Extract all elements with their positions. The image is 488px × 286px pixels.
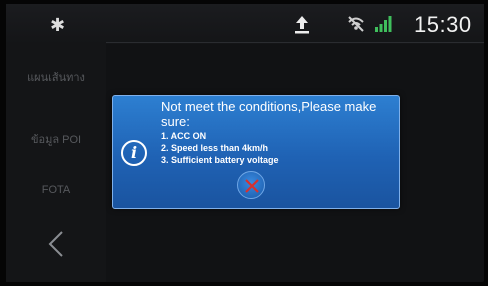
dialog-message: Not meet the conditions,Please make sure… — [161, 99, 377, 129]
close-button[interactable] — [237, 171, 265, 199]
bluetooth-icon: ✱ — [50, 15, 66, 36]
clock: 15:30 — [414, 12, 472, 37]
sidebar-item-fota[interactable]: FOTA — [6, 184, 106, 196]
screen: ✱ 15:30 แผนเส้นทาง ข้อมูล POI FOTA i Not… — [0, 0, 488, 286]
close-icon — [245, 179, 259, 193]
condition-item: 3. Sufficient battery voltage — [161, 155, 279, 165]
info-icon: i — [121, 140, 147, 166]
no-signal-icon — [348, 16, 364, 32]
head-unit-display: ✱ 15:30 แผนเส้นทาง ข้อมูล POI FOTA i Not… — [6, 4, 484, 282]
sidebar-item-poi-data[interactable]: ข้อมูล POI — [6, 130, 106, 148]
chevron-left-icon[interactable] — [44, 230, 68, 258]
sidebar-item-route-plan[interactable]: แผนเส้นทาง — [6, 68, 106, 86]
status-bar-divider — [106, 42, 484, 43]
status-bar: ✱ 15:30 — [6, 4, 484, 44]
cellular-signal-icon — [375, 16, 392, 32]
upload-icon — [295, 16, 309, 34]
sidebar: แผนเส้นทาง ข้อมูล POI FOTA — [6, 44, 106, 282]
conditions-alert-dialog: i Not meet the conditions,Please make su… — [112, 95, 400, 209]
condition-item: 2. Speed less than 4km/h — [161, 143, 269, 153]
condition-item: 1. ACC ON — [161, 131, 207, 141]
